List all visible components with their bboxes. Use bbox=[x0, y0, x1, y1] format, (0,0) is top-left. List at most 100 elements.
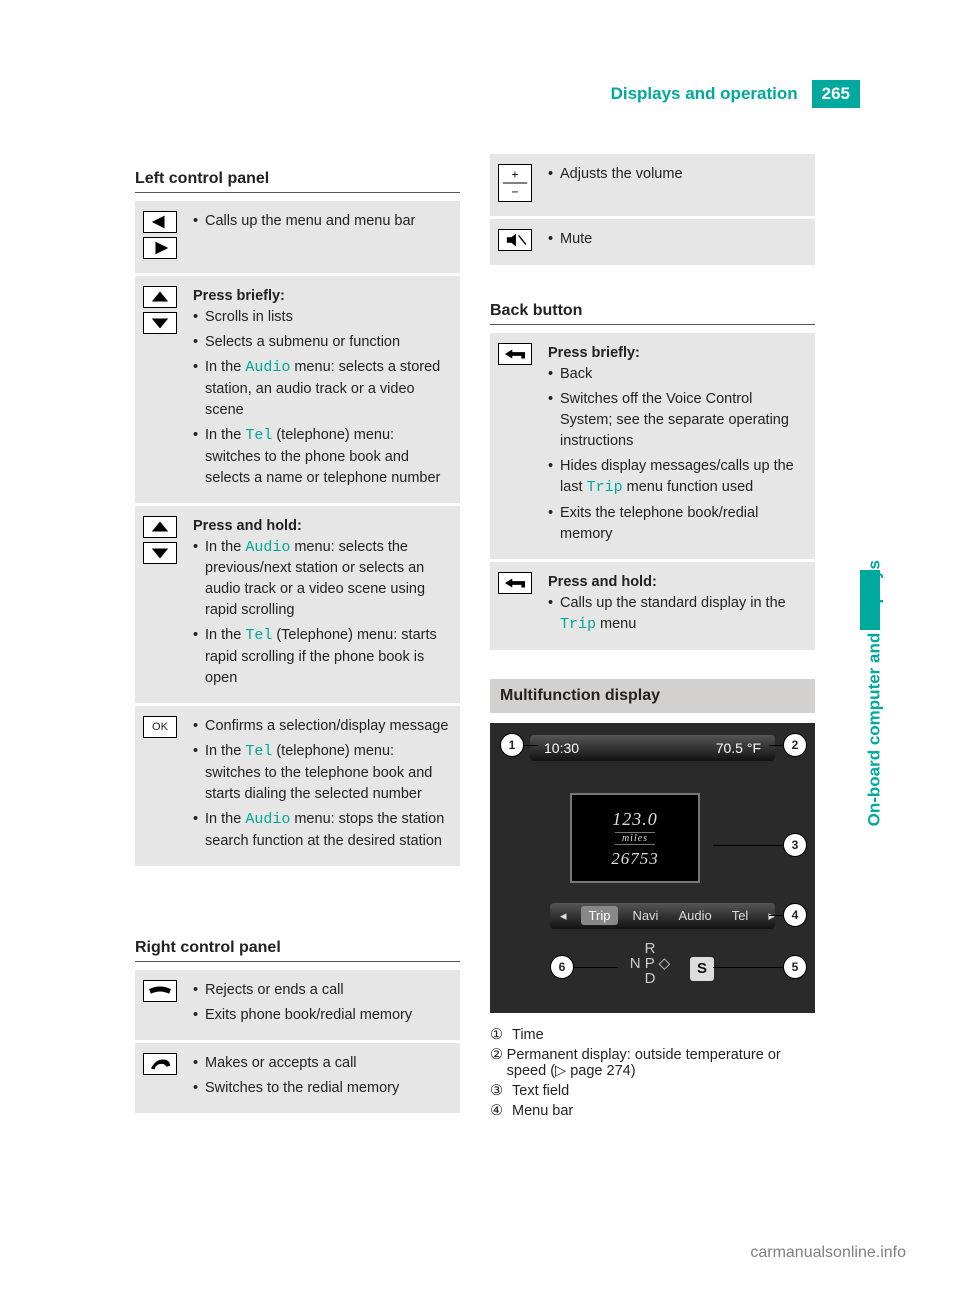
list-item: In the Tel (Telephone) menu: starts rapi… bbox=[193, 625, 452, 689]
mfd-legend: ①Time ②Permanent display: outside tempera… bbox=[490, 1027, 815, 1119]
mfd-image: 10:30 70.5 °F 1 2 123.0 miles 26753 3 ◂T… bbox=[490, 723, 815, 1013]
table-row: Press and hold: Calls up the standard dis… bbox=[490, 560, 815, 651]
right-panel-title: Right control panel bbox=[135, 919, 460, 962]
highlight-term: Tel bbox=[245, 743, 272, 760]
callout-6: 6 bbox=[550, 955, 574, 979]
legend-item: ①Time bbox=[490, 1027, 815, 1043]
list-item: Calls up the menu and menu bar bbox=[193, 211, 452, 232]
side-tab-bar bbox=[860, 570, 880, 630]
callout-5: 5 bbox=[783, 955, 807, 979]
highlight-term: Trip bbox=[560, 616, 596, 633]
right-arrow-icon bbox=[143, 237, 177, 259]
down-arrow-icon bbox=[143, 542, 177, 564]
desc-cell: Makes or accepts a call Switches to the r… bbox=[185, 1041, 460, 1114]
highlight-term: Audio bbox=[245, 539, 290, 556]
table-row: OK Confirms a selection/display messageIn… bbox=[135, 705, 460, 868]
list-item: Switches to the redial memory bbox=[193, 1078, 452, 1099]
list-item: Exits the telephone book/redial memory bbox=[548, 503, 807, 545]
icon-cell bbox=[490, 333, 540, 560]
mfd-menu-item: Trip bbox=[581, 906, 619, 925]
row-heading: Press and hold: bbox=[193, 518, 302, 534]
list-item: In the Audio menu: stops the station sea… bbox=[193, 809, 452, 852]
icon-cell bbox=[490, 560, 540, 651]
legend-item: ③Text field bbox=[490, 1083, 815, 1099]
desc-cell: Adjusts the volume bbox=[540, 154, 815, 218]
mfd-miles-label: miles bbox=[615, 832, 655, 845]
legend-text: Text field bbox=[512, 1083, 569, 1099]
list-item: Scrolls in lists bbox=[193, 307, 452, 328]
ok-icon: OK bbox=[143, 716, 177, 738]
back-icon bbox=[498, 572, 532, 594]
svg-text:+: + bbox=[511, 167, 518, 181]
table-row: Press and hold: In the Audio menu: select… bbox=[135, 504, 460, 705]
highlight-term: Tel bbox=[245, 627, 272, 644]
legend-item: ②Permanent display: outside temperature … bbox=[490, 1047, 815, 1079]
list-item: Selects a submenu or function bbox=[193, 332, 452, 353]
mfd-menu-item: Tel bbox=[722, 908, 759, 923]
mfd-gear: RN P ◇D bbox=[620, 941, 680, 986]
left-panel-table: Calls up the menu and menu bar Press brie… bbox=[135, 201, 460, 869]
icon-cell: OK bbox=[135, 705, 185, 868]
svg-text:−: − bbox=[511, 185, 518, 199]
legend-marker: ① bbox=[490, 1027, 512, 1043]
legend-text: Menu bar bbox=[512, 1103, 573, 1119]
desc-cell: Mute bbox=[540, 218, 815, 267]
highlight-term: Trip bbox=[587, 479, 623, 496]
legend-text: Permanent display: outside temperature o… bbox=[507, 1047, 815, 1079]
legend-item: ④Menu bar bbox=[490, 1103, 815, 1119]
bullet-list: Adjusts the volume bbox=[548, 164, 807, 185]
list-item: Adjusts the volume bbox=[548, 164, 807, 185]
list-item: In the Audio menu: selects the previous/… bbox=[193, 537, 452, 622]
legend-marker: ③ bbox=[490, 1083, 512, 1099]
table-row: Press briefly:BackSwitches off the Voice… bbox=[490, 333, 815, 560]
bullet-list: Back Switches off the Voice Control Syste… bbox=[548, 364, 807, 545]
legend-marker: ④ bbox=[490, 1103, 512, 1119]
mfd-menu-bar: ◂TripNaviAudioTel▸ bbox=[550, 903, 775, 929]
list-item: In the Tel (telephone) menu: switches to… bbox=[193, 741, 452, 805]
side-tab: On-board computer and displays bbox=[852, 150, 880, 630]
back-button-title: Back button bbox=[490, 282, 815, 325]
desc-cell: Press and hold: In the Audio menu: select… bbox=[185, 504, 460, 705]
legend-text: Time bbox=[512, 1027, 544, 1043]
table-row: Press briefly: Scrolls in lists Selects a … bbox=[135, 275, 460, 505]
table-row: Calls up the menu and menu bar bbox=[135, 201, 460, 275]
mute-icon bbox=[498, 229, 532, 251]
highlight-term: Audio bbox=[245, 359, 290, 376]
legend-marker: ② bbox=[490, 1047, 507, 1079]
bullet-list: Rejects or ends a callExits phone book/r… bbox=[193, 980, 452, 1026]
table-row: Rejects or ends a callExits phone book/r… bbox=[135, 970, 460, 1042]
bullet-list: In the Audio menu: selects the previous/… bbox=[193, 537, 452, 690]
desc-cell: Press and hold: Calls up the standard dis… bbox=[540, 560, 815, 651]
list-item: Switches off the Voice Control System; s… bbox=[548, 389, 807, 452]
icon-cell: +− bbox=[490, 154, 540, 218]
mfd-menu-item: Navi bbox=[622, 908, 668, 923]
back-button-table: Press briefly:BackSwitches off the Voice… bbox=[490, 333, 815, 653]
volume-icon: +− bbox=[498, 164, 532, 202]
callout-3: 3 bbox=[783, 833, 807, 857]
callout-2: 2 bbox=[783, 733, 807, 757]
mfd-time: 10:30 bbox=[544, 740, 579, 756]
highlight-term: Audio bbox=[245, 811, 290, 828]
left-panel-title: Left control panel bbox=[135, 150, 460, 193]
icon-cell bbox=[490, 218, 540, 267]
mfd-menu-item: Audio bbox=[668, 908, 721, 923]
list-item: Back bbox=[548, 364, 807, 385]
row-heading: Press briefly: bbox=[193, 288, 285, 304]
pickup-icon bbox=[143, 1053, 177, 1075]
list-item: Makes or accepts a call bbox=[193, 1053, 452, 1074]
list-item: Calls up the standard display in the Tri… bbox=[548, 593, 807, 636]
page-number: 265 bbox=[812, 80, 860, 108]
mfd-title: Multifunction display bbox=[490, 679, 815, 713]
row-heading: Press and hold: bbox=[548, 574, 657, 590]
bullet-list: Confirms a selection/display messageIn t… bbox=[193, 716, 452, 852]
mfd-menu-item: ◂ bbox=[550, 908, 577, 924]
desc-cell: Press briefly:BackSwitches off the Voice… bbox=[540, 333, 815, 560]
callout-4: 4 bbox=[783, 903, 807, 927]
icon-cell bbox=[135, 504, 185, 705]
table-row: +−Adjusts the volume bbox=[490, 154, 815, 218]
right-panel-cont-table: +−Adjusts the volumeMute bbox=[490, 154, 815, 268]
list-item: In the Tel (telephone) menu: switches to… bbox=[193, 425, 452, 489]
icon-cell bbox=[135, 970, 185, 1042]
icon-cell bbox=[135, 275, 185, 505]
mfd-screen: 123.0 miles 26753 bbox=[570, 793, 700, 883]
